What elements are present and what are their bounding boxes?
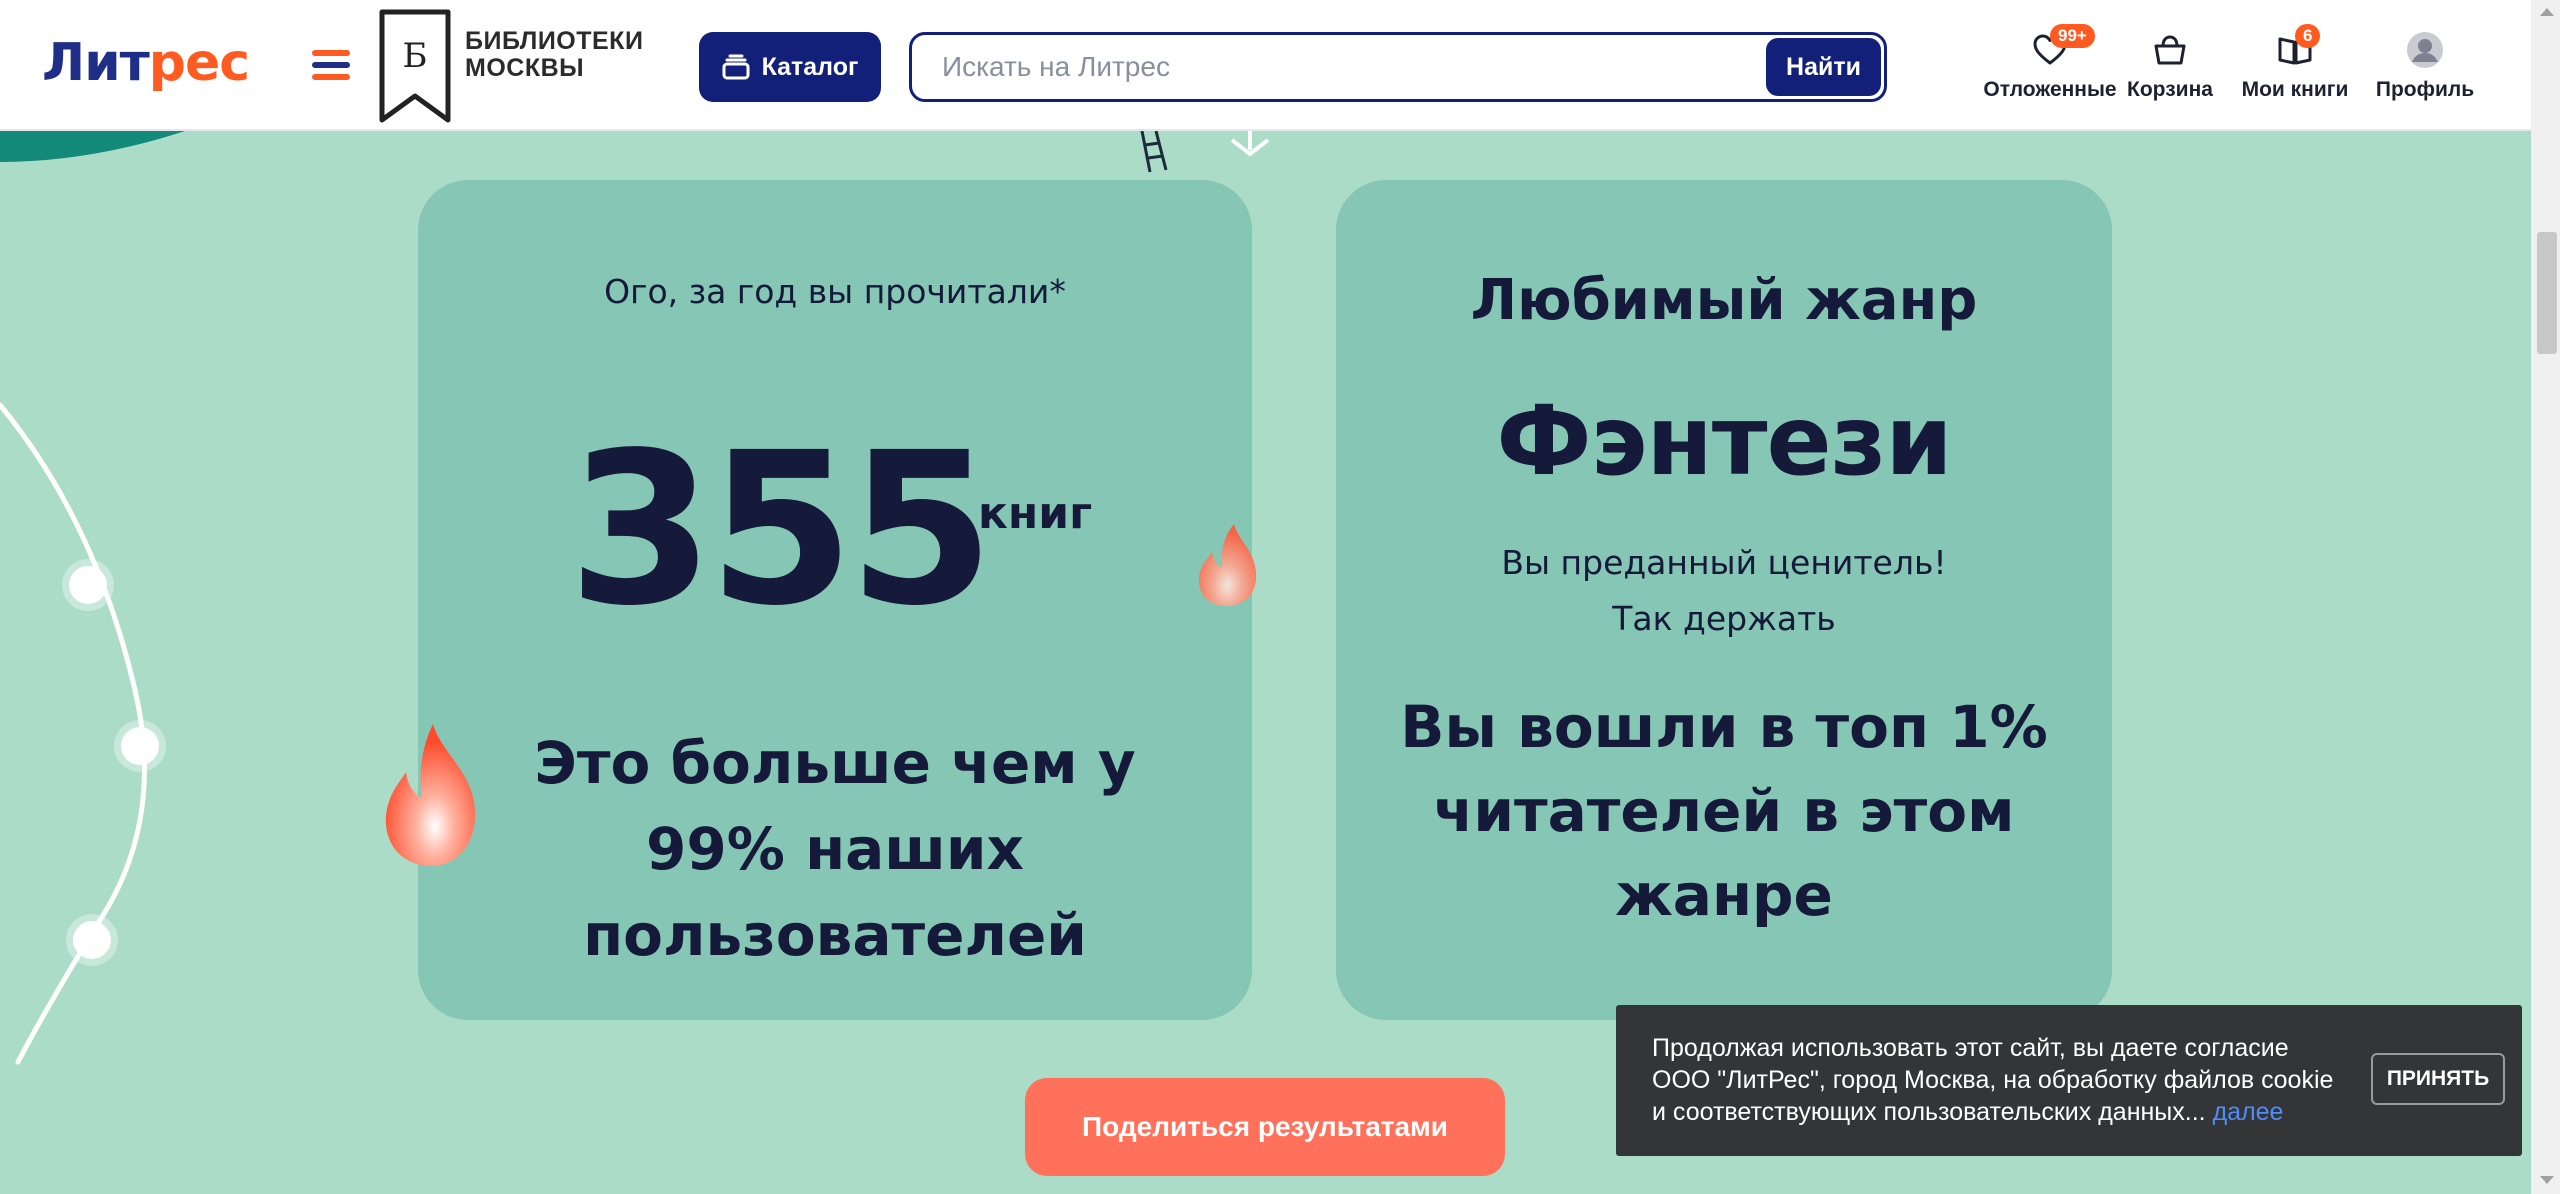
favorite-genre-label: Любимый жанр	[1470, 268, 1978, 333]
genre-praise: Вы преданный ценитель! Так держать	[1336, 535, 2112, 647]
cookie-accept-button[interactable]: ПРИНЯТЬ	[2371, 1053, 2505, 1105]
comparison-text: Это больше чем у 99% наших пользователей	[534, 729, 1136, 969]
books-read-card: Ого, за год вы прочитали* 355 книг Это б…	[418, 180, 1252, 1020]
genre-praise-line2: Так держать	[1612, 599, 1836, 638]
favorites-badge: 99+	[2050, 24, 2095, 48]
share-results-button[interactable]: Поделиться результатами	[1025, 1078, 1505, 1176]
library-name-line1: БИБЛИОТЕКИ	[465, 27, 644, 55]
books-read-unit: книг	[978, 488, 1093, 539]
search-button[interactable]: Найти	[1766, 38, 1881, 96]
catalog-icon	[722, 54, 750, 80]
page-scrollbar[interactable]	[2531, 0, 2560, 1194]
catalog-button[interactable]: Каталог	[699, 32, 881, 102]
garland-lights	[62, 559, 166, 966]
favorite-genre-name: Фэнтези	[1496, 385, 1952, 497]
logo-bars-icon	[312, 47, 352, 83]
search-bar: Найти	[909, 32, 1887, 102]
moscow-libraries-logo[interactable]: Б	[378, 8, 452, 126]
doodle-arrow	[1230, 131, 1270, 157]
my-books-badge: 6	[2295, 24, 2321, 48]
genre-rank-text: Вы вошли в топ 1% читателей в этом жанре	[1400, 693, 2048, 929]
litres-logo[interactable]: Литрес	[42, 30, 250, 96]
nav-my-books-label: Мои книги	[2241, 78, 2349, 101]
catalog-label: Каталог	[761, 52, 859, 81]
nav-profile[interactable]: Профиль	[2370, 30, 2480, 110]
fire-icon-small	[1198, 524, 1257, 606]
heart-icon: 99+	[2030, 24, 2095, 70]
library-name-line2: МОСКВЫ	[465, 54, 585, 82]
nav-my-books[interactable]: 6 Мои книги	[2235, 24, 2355, 110]
cookie-more-link[interactable]: далее	[2213, 1098, 2284, 1126]
nav-cart-label: Корзина	[2127, 78, 2213, 101]
cookie-banner: Продолжая использовать этот сайт, вы дае…	[1616, 1005, 2522, 1156]
library-name: БИБЛИОТЕКИ МОСКВЫ	[465, 28, 665, 82]
scrollbar-thumb[interactable]	[2537, 232, 2557, 354]
nav-favorites-label: Отложенные	[1983, 78, 2117, 101]
basket-icon	[2150, 30, 2190, 70]
nav-profile-label: Профиль	[2375, 78, 2475, 101]
genre-praise-line1: Вы преданный ценитель!	[1501, 543, 1947, 582]
scroll-up-arrow-icon[interactable]	[2540, 8, 2554, 16]
books-read-label: Ого, за год вы прочитали*	[604, 272, 1066, 311]
site-header: Литрес Б БИБЛИОТЕКИ МОСКВЫ Каталог Найти	[0, 0, 2531, 131]
logo-text-part1: Лит	[42, 33, 150, 93]
library-flag-letter: Б	[402, 36, 428, 76]
nav-cart[interactable]: Корзина	[2120, 30, 2220, 110]
fire-icon	[385, 724, 476, 866]
cookie-consent-text: Продолжая использовать этот сайт, вы дае…	[1652, 1032, 2352, 1128]
doodle-ladder	[1140, 130, 1168, 173]
search-input[interactable]	[912, 35, 1762, 99]
scroll-down-arrow-icon[interactable]	[2540, 1176, 2554, 1184]
favorite-genre-card: Любимый жанр Фэнтези Вы преданный цените…	[1336, 180, 2112, 1020]
logo-text-part2: рес	[148, 33, 250, 93]
nav-favorites[interactable]: 99+ Отложенные	[1960, 24, 2140, 110]
book-icon: 6	[2275, 24, 2321, 70]
profile-icon	[2405, 30, 2445, 70]
books-read-count: 355	[568, 407, 994, 652]
